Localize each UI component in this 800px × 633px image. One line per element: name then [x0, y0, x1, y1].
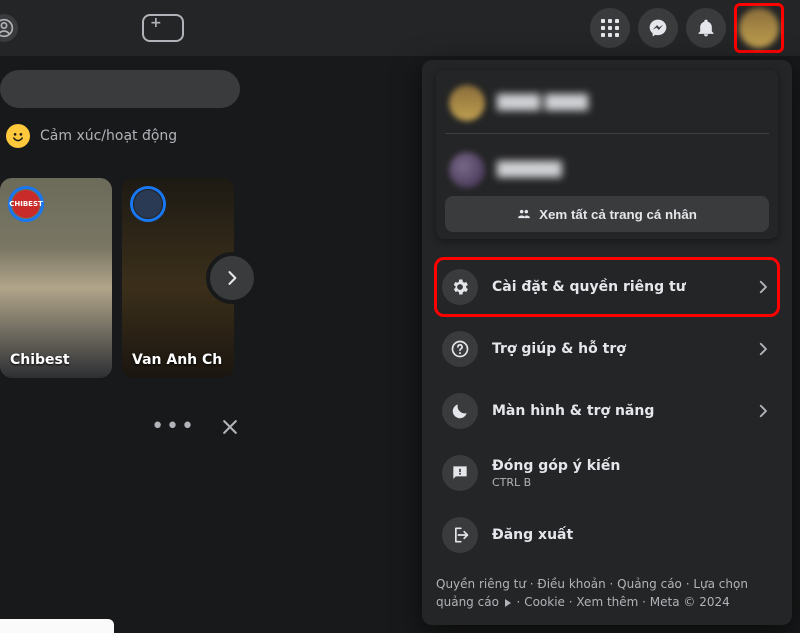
- footer-link-more[interactable]: Xem thêm: [576, 595, 638, 609]
- see-all-profiles-label: Xem tất cả trang cá nhân: [539, 207, 697, 222]
- menu-item-label: Màn hình & trợ năng: [492, 403, 740, 419]
- story-label: Chibest: [10, 352, 70, 368]
- chevron-right-icon: [754, 278, 772, 296]
- avatar-icon: [449, 85, 485, 121]
- menu-item-help-support[interactable]: Trợ giúp & hỗ trợ: [436, 321, 778, 377]
- close-button[interactable]: [220, 417, 240, 437]
- messenger-button[interactable]: [638, 8, 678, 48]
- stories-row: CHIBEST Chibest Van Anh Ch: [0, 178, 240, 378]
- feeling-icon: [6, 124, 30, 148]
- activity-label: Cảm xúc/hoạt động: [40, 128, 177, 144]
- footer-meta: Meta © 2024: [650, 595, 730, 609]
- chevron-right-icon: [222, 268, 242, 288]
- footer-link-cookie[interactable]: Cookie: [524, 595, 565, 609]
- menu-item-label: Đăng xuất: [492, 527, 772, 543]
- story-avatar-ring: CHIBEST: [8, 186, 44, 222]
- panel-footer: Quyền riêng tư · Điều khoản · Quảng cáo …: [436, 575, 778, 611]
- account-menu: Cài đặt & quyền riêng tư Trợ giúp & hỗ t…: [436, 259, 778, 563]
- logout-icon: [442, 517, 478, 553]
- peek-card: [0, 619, 114, 633]
- profile-row[interactable]: ████ ████: [445, 77, 769, 129]
- feedback-icon: [442, 455, 478, 491]
- menu-item-display-accessibility[interactable]: Màn hình & trợ năng: [436, 383, 778, 439]
- story-avatar-ring: [130, 186, 166, 222]
- footer-link-terms[interactable]: Điều khoản: [537, 577, 605, 591]
- footer-link-privacy[interactable]: Quyền riêng tư: [436, 577, 526, 591]
- people-switch-icon: [517, 207, 531, 221]
- ad-choices-icon: [505, 599, 511, 607]
- profile-name: ████ ████: [497, 95, 588, 111]
- composer-input[interactable]: [0, 70, 240, 108]
- profile-name: ██████: [497, 162, 562, 178]
- menu-grid-button[interactable]: [590, 8, 630, 48]
- story-card[interactable]: CHIBEST Chibest: [0, 178, 112, 378]
- gear-icon: [442, 269, 478, 305]
- chevron-right-icon: [754, 340, 772, 358]
- menu-item-give-feedback[interactable]: Đóng góp ý kiến CTRL B: [436, 445, 778, 501]
- notifications-button[interactable]: [686, 8, 726, 48]
- story-label: Van Anh Ch: [132, 352, 222, 368]
- logo-fragment-icon: [0, 14, 18, 42]
- footer-link-ads[interactable]: Quảng cáo: [617, 577, 682, 591]
- menu-item-label: Đóng góp ý kiến: [492, 458, 772, 474]
- more-options-button[interactable]: •••: [151, 414, 196, 439]
- menu-item-label: Cài đặt & quyền riêng tư: [492, 279, 740, 295]
- grid-icon: [601, 19, 619, 37]
- close-icon: [220, 417, 240, 437]
- profile-row[interactable]: ██████: [445, 144, 769, 196]
- moon-icon: [442, 393, 478, 429]
- see-all-profiles-button[interactable]: Xem tất cả trang cá nhân: [445, 196, 769, 232]
- top-nav: [0, 0, 800, 56]
- menu-item-label: Trợ giúp & hỗ trợ: [492, 341, 740, 357]
- avatar-icon: [449, 152, 485, 188]
- account-menu-button[interactable]: [734, 3, 784, 53]
- bell-icon: [696, 18, 716, 38]
- composer-area: Cảm xúc/hoạt động CHIBEST Chibest Van An…: [0, 70, 240, 439]
- menu-item-logout[interactable]: Đăng xuất: [436, 507, 778, 563]
- profile-switcher-card: ████ ████ ██████ Xem tất cả trang cá nhâ…: [436, 70, 778, 239]
- menu-item-settings-privacy[interactable]: Cài đặt & quyền riêng tư: [436, 259, 778, 315]
- activity-button[interactable]: Cảm xúc/hoạt động: [0, 114, 240, 158]
- help-icon: [442, 331, 478, 367]
- stories-next-button[interactable]: [206, 252, 258, 304]
- chevron-right-icon: [754, 402, 772, 420]
- avatar-icon: [739, 8, 779, 48]
- messenger-icon: [648, 18, 668, 38]
- gaming-icon[interactable]: [142, 14, 184, 42]
- menu-item-shortcut: CTRL B: [492, 476, 772, 489]
- account-dropdown: ████ ████ ██████ Xem tất cả trang cá nhâ…: [422, 60, 792, 625]
